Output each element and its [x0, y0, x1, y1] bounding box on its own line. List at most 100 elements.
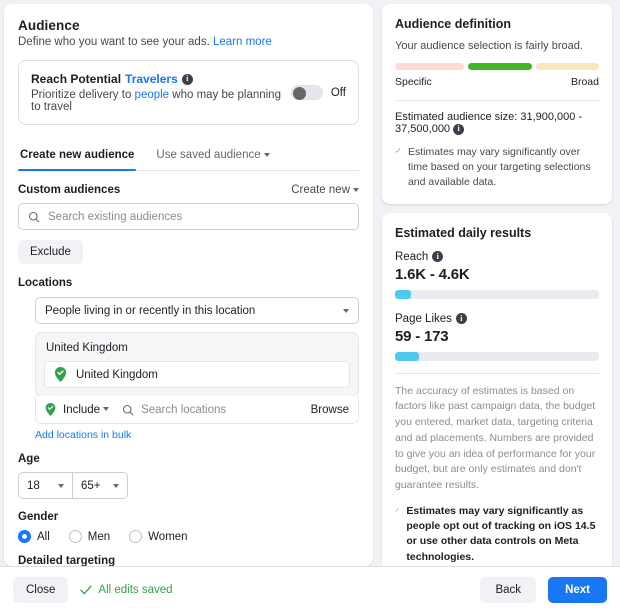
metric-reach-label: Reach: [395, 251, 428, 263]
reach-potential-toggle-wrap: Off: [291, 85, 346, 100]
footer-bar: Close All edits saved Back Next: [0, 566, 620, 613]
reach-potential-title-prefix: Reach Potential: [31, 72, 121, 86]
reach-potential-card: Reach Potential Travelers i Prioritize d…: [18, 60, 359, 125]
metric-reach-bar: [395, 290, 599, 299]
gender-option-all-label: All: [37, 531, 50, 543]
age-label: Age: [18, 453, 359, 465]
age-max-value: 65+: [81, 480, 101, 492]
gender-option-men-label: Men: [88, 531, 110, 543]
toggle-state-label: Off: [331, 87, 346, 99]
location-chip-united-kingdom[interactable]: United Kingdom: [44, 361, 350, 388]
age-max-select[interactable]: 65+: [73, 472, 128, 499]
info-icon[interactable]: i: [182, 74, 193, 85]
back-button[interactable]: Back: [480, 577, 536, 603]
meter-segment-specific: [395, 63, 464, 70]
custom-audiences-label: Custom audiences: [18, 184, 120, 196]
toggle-knob: [293, 87, 306, 100]
age-min-select[interactable]: 18: [18, 472, 73, 499]
trend-chart-icon: [395, 145, 401, 157]
gender-radio-group: All Men Women: [18, 530, 359, 543]
trend-chart-icon: [395, 504, 399, 516]
create-new-label: Create new: [291, 184, 350, 196]
gender-option-women[interactable]: Women: [129, 530, 187, 543]
info-icon[interactable]: i: [453, 124, 464, 135]
metric-reach-label-row: Reach i: [395, 251, 599, 263]
estimates-ios-note-text: Estimates may vary significantly as peop…: [406, 504, 599, 565]
age-range-controls: 18 65+: [18, 472, 359, 499]
audience-breadth-meter: [395, 63, 599, 70]
reach-desc-people-link[interactable]: people: [135, 89, 170, 101]
estimates-ios-note: Estimates may vary significantly as peop…: [395, 504, 599, 565]
metric-reach-bar-fill: [395, 290, 411, 299]
page-title: Audience: [18, 18, 359, 33]
estimated-daily-results-card: Estimated daily results Reach i 1.6K - 4…: [382, 213, 612, 578]
chevron-down-icon: [113, 484, 119, 488]
search-icon: [28, 211, 40, 223]
estimated-daily-results-title: Estimated daily results: [395, 226, 599, 240]
reach-potential-description: Prioritize delivery to people who may be…: [31, 89, 291, 113]
meter-label-broad: Broad: [571, 76, 599, 88]
tab-create-new-audience-label: Create new audience: [20, 149, 134, 161]
chevron-down-icon: [58, 484, 64, 488]
estimates-sidebar: Audience definition Your audience select…: [382, 4, 612, 566]
metric-page-likes-label-row: Page Likes i: [395, 313, 599, 325]
search-icon: [122, 404, 134, 416]
locations-group-title: United Kingdom: [44, 341, 350, 361]
custom-audiences-exclude-button[interactable]: Exclude: [18, 240, 83, 264]
selected-locations-box: United Kingdom United Kingdom: [35, 332, 359, 397]
close-button[interactable]: Close: [13, 577, 68, 603]
gender-option-men[interactable]: Men: [69, 530, 110, 543]
reach-potential-title: Reach Potential Travelers i: [31, 72, 291, 86]
custom-audiences-search-input[interactable]: Search existing audiences: [18, 203, 359, 230]
learn-more-link[interactable]: Learn more: [213, 36, 272, 48]
reach-potential-toggle[interactable]: [291, 85, 323, 100]
locations-browse-button[interactable]: Browse: [311, 404, 349, 416]
map-pin-check-icon: [45, 403, 56, 416]
radio-icon: [129, 530, 142, 543]
location-mode-value: People living in or recently in this loc…: [45, 305, 255, 317]
custom-audiences-search-placeholder: Search existing audiences: [48, 211, 349, 223]
location-mode-select[interactable]: People living in or recently in this loc…: [35, 297, 359, 324]
reach-potential-travelers-link[interactable]: Travelers: [125, 72, 178, 86]
metric-page-likes-label: Page Likes: [395, 313, 452, 325]
chevron-down-icon: [343, 309, 349, 313]
status-badge: All edits saved: [80, 584, 172, 596]
tab-create-new-audience[interactable]: Create new audience: [18, 143, 136, 170]
location-include-dropdown[interactable]: Include: [63, 404, 109, 416]
meter-segment-broad: [536, 63, 599, 70]
info-icon[interactable]: i: [456, 313, 467, 324]
ads-manager-audience-screen: Audience Define who you want to see your…: [0, 0, 620, 613]
custom-audiences-header: Custom audiences Create new: [18, 184, 359, 196]
location-search-input[interactable]: Search locations: [141, 404, 304, 416]
metric-page-likes-value: 59 - 173: [395, 328, 599, 345]
add-locations-in-bulk-link[interactable]: Add locations in bulk: [35, 429, 131, 441]
estimates-disclaimer: The accuracy of estimates is based on fa…: [395, 384, 599, 494]
next-button[interactable]: Next: [548, 577, 607, 603]
meter-label-specific: Specific: [395, 76, 432, 88]
age-min-value: 18: [27, 480, 40, 492]
metric-page-likes-bar-fill: [395, 352, 419, 361]
radio-icon: [69, 530, 82, 543]
metric-reach: Reach i 1.6K - 4.6K: [395, 251, 599, 299]
main-content: Audience Define who you want to see your…: [0, 0, 620, 566]
gender-label: Gender: [18, 511, 359, 523]
meter-segment-active: [468, 63, 533, 70]
estimated-audience-size: Estimated audience size: 31,900,000 - 37…: [395, 111, 599, 135]
tab-use-saved-audience[interactable]: Use saved audience: [154, 143, 271, 170]
create-new-audience-button[interactable]: Create new: [291, 184, 359, 196]
metric-page-likes: Page Likes i 59 - 173: [395, 313, 599, 361]
locations-label: Locations: [18, 277, 359, 289]
divider: [395, 100, 599, 101]
location-search-row: Include Search locations Browse: [35, 396, 359, 424]
detailed-targeting-label: Detailed targeting: [18, 555, 359, 566]
map-pin-check-icon: [54, 367, 67, 382]
chevron-down-icon: [103, 407, 109, 411]
divider: [395, 373, 599, 374]
reach-potential-text: Reach Potential Travelers i Prioritize d…: [31, 72, 291, 113]
info-icon[interactable]: i: [432, 251, 443, 262]
gender-option-all[interactable]: All: [18, 530, 50, 543]
audience-definition-note-text: Estimates may vary significantly over ti…: [408, 145, 599, 191]
audience-definition-title: Audience definition: [395, 17, 599, 31]
check-icon: [80, 585, 92, 595]
metric-reach-value: 1.6K - 4.6K: [395, 266, 599, 283]
